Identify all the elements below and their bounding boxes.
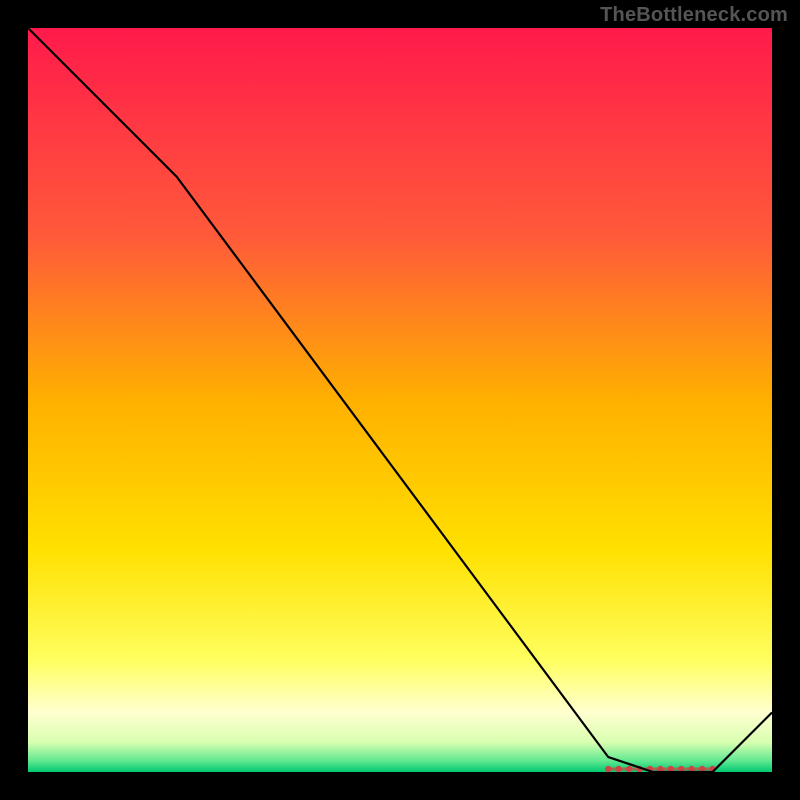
- watermark-text: TheBottleneck.com: [600, 4, 788, 27]
- chart-frame: TheBottleneck.com: [0, 0, 800, 800]
- chart-svg: [28, 28, 772, 772]
- plot-area: [28, 28, 772, 772]
